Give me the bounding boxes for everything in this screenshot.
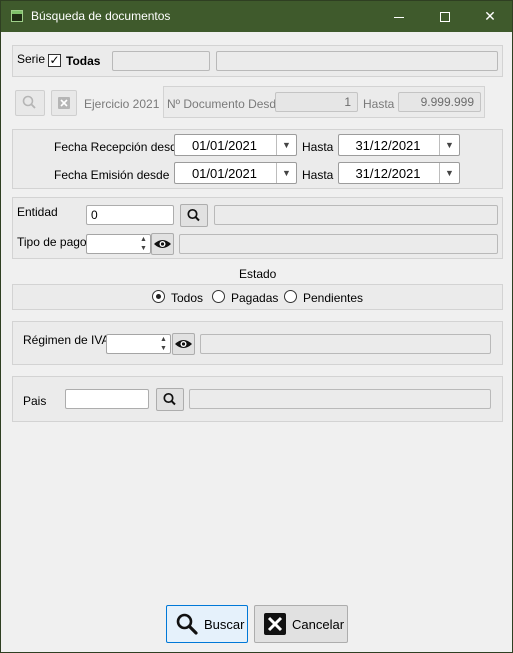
dialog-window: Búsqueda de documentos ✕ Serie ✓ Todas E…	[0, 0, 513, 653]
tipo-pago-view-button[interactable]	[151, 233, 174, 255]
tipo-pago-label: Tipo de pago	[17, 235, 87, 249]
search-icon	[163, 392, 176, 406]
app-icon	[11, 10, 23, 22]
entidad-panel: Entidad 0 Tipo de pago ▲ ▼	[12, 197, 503, 259]
doc-hasta-field[interactable]: 9.999.999	[398, 92, 481, 112]
minimize-button[interactable]	[376, 1, 422, 32]
entidad-input[interactable]: 0	[86, 205, 174, 225]
pais-label: Pais	[23, 394, 47, 408]
pais-search-button[interactable]	[156, 388, 184, 411]
serie-name-field[interactable]	[216, 51, 498, 71]
fecha-emision-desde-picker[interactable]: 01/01/2021 ▼	[174, 162, 297, 184]
fecha-emision-hasta-value: 31/12/2021	[355, 166, 421, 181]
iva-spinbox[interactable]: ▲ ▼	[106, 334, 171, 354]
radio-pagadas-label[interactable]: Pagadas	[231, 291, 278, 305]
pais-panel: Pais	[12, 376, 503, 422]
tipo-pago-desc-field[interactable]	[179, 234, 498, 254]
iva-panel: Régimen de IVA ▲ ▼	[12, 321, 503, 365]
doc-desde-label: Nº Documento Desde	[167, 97, 283, 111]
close-icon: ✕	[484, 8, 496, 24]
chevron-down-icon[interactable]: ▼	[439, 163, 459, 183]
radio-todos-label[interactable]: Todos	[171, 291, 203, 305]
eye-icon	[175, 340, 192, 348]
estado-panel: Todos Pagadas Pendientes	[12, 284, 503, 310]
search-icon	[187, 208, 200, 222]
fecha-recepcion-hasta-label: Hasta	[302, 140, 334, 154]
iva-label: Régimen de IVA	[23, 333, 110, 347]
fecha-emision-hasta-picker[interactable]: 31/12/2021 ▼	[338, 162, 460, 184]
pais-input[interactable]	[65, 389, 149, 409]
estado-label: Estado	[239, 267, 277, 281]
fecha-emision-desde-value: 01/01/2021	[191, 166, 258, 181]
search-icon	[22, 95, 36, 109]
radio-pagadas[interactable]	[212, 290, 225, 303]
cancelar-label: Cancelar	[292, 617, 345, 632]
radio-pendientes[interactable]	[284, 290, 297, 303]
serie-label: Serie	[17, 52, 46, 66]
iva-view-button[interactable]	[172, 333, 195, 355]
title-bar[interactable]: Búsqueda de documentos ✕	[1, 1, 512, 32]
minimize-icon	[394, 16, 404, 18]
pais-desc-field[interactable]	[189, 389, 491, 409]
documento-range-panel: Nº Documento Desde 1 Hasta 9.999.999	[163, 86, 485, 118]
fecha-emision-label: Fecha Emisión desde	[54, 168, 170, 182]
fechas-panel: Fecha Recepción desde 01/01/2021 ▼ Hasta…	[12, 129, 503, 189]
fecha-recepcion-desde-picker[interactable]: 01/01/2021 ▼	[174, 134, 297, 156]
serie-panel: Serie ✓ Todas	[12, 45, 503, 77]
window-title: Búsqueda de documentos	[31, 9, 171, 23]
chevron-down-icon[interactable]: ▼	[276, 135, 296, 155]
iva-desc-field[interactable]	[200, 334, 491, 354]
ejercicio-label: Ejercicio 2021	[84, 97, 160, 111]
chevron-down-icon[interactable]: ▼	[439, 135, 459, 155]
spin-arrows-icon[interactable]: ▲ ▼	[157, 335, 170, 353]
cancelar-button[interactable]: Cancelar	[254, 605, 348, 643]
doc-desde-field[interactable]: 1	[275, 92, 358, 112]
radio-todos[interactable]	[152, 290, 165, 303]
todas-checkbox[interactable]: ✓	[48, 54, 61, 67]
entidad-label: Entidad	[17, 205, 58, 219]
fecha-recepcion-hasta-value: 31/12/2021	[355, 138, 421, 153]
maximize-button[interactable]	[422, 1, 468, 32]
spin-arrows-icon[interactable]: ▲ ▼	[137, 235, 150, 253]
todas-label: Todas	[66, 54, 101, 68]
fecha-emision-hasta-label: Hasta	[302, 168, 334, 182]
fecha-recepcion-hasta-picker[interactable]: 31/12/2021 ▼	[338, 134, 460, 156]
serie-code-field[interactable]	[112, 51, 210, 71]
radio-pendientes-label[interactable]: Pendientes	[303, 291, 363, 305]
entidad-search-button[interactable]	[180, 204, 208, 227]
tipo-pago-spinbox[interactable]: ▲ ▼	[86, 234, 151, 254]
buscar-button[interactable]: Buscar	[166, 605, 248, 643]
clear-icon	[58, 97, 70, 109]
close-button[interactable]: ✕	[467, 1, 513, 32]
fecha-recepcion-desde-value: 01/01/2021	[191, 138, 258, 153]
search-icon	[176, 613, 198, 635]
doc-hasta-label: Hasta	[363, 97, 395, 111]
buscar-label: Buscar	[204, 617, 245, 632]
eye-icon	[154, 240, 171, 248]
maximize-icon	[440, 12, 450, 23]
entidad-name-field[interactable]	[214, 205, 498, 225]
fecha-recepcion-label: Fecha Recepción desde	[54, 140, 184, 154]
ejercicio-search-button[interactable]	[15, 90, 45, 116]
cancel-icon	[264, 613, 286, 635]
ejercicio-clear-button[interactable]	[51, 90, 77, 116]
chevron-down-icon[interactable]: ▼	[276, 163, 296, 183]
